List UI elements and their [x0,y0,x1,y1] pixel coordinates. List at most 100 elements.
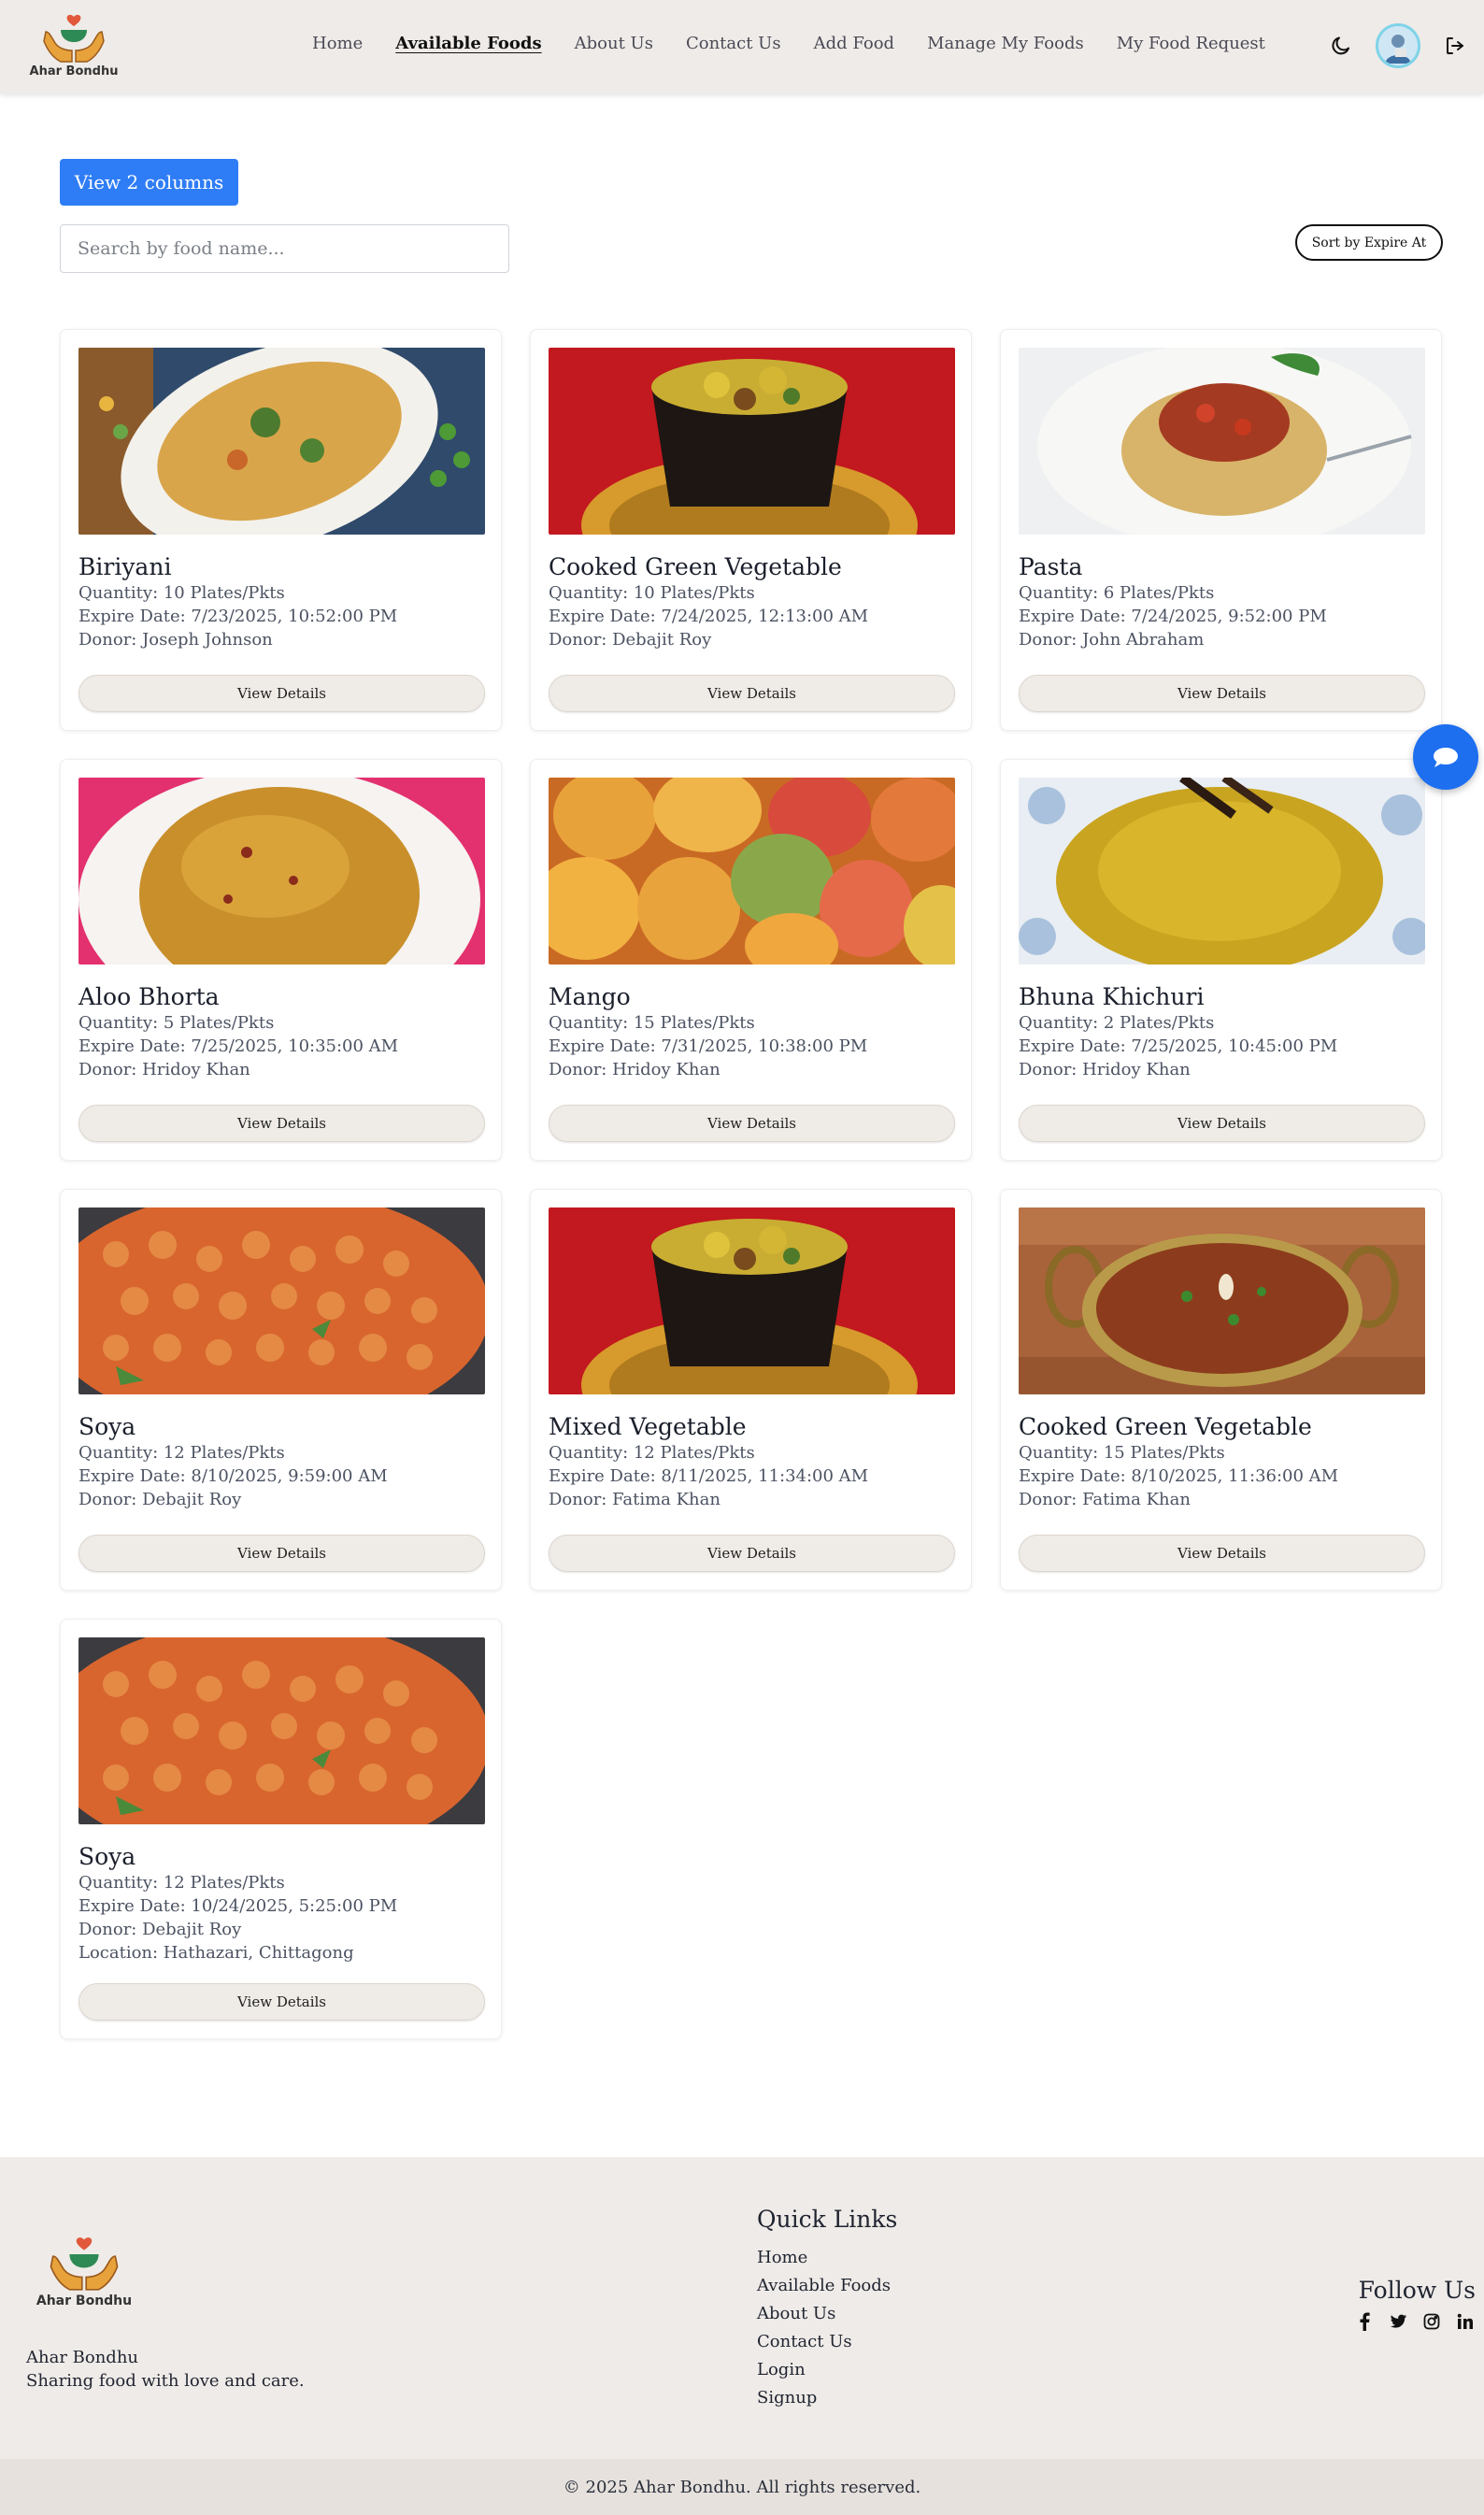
footer-tagline: Sharing food with love and care. [26,2371,305,2391]
food-donor: Donor: Fatima Khan [1019,1490,1191,1509]
nav-home[interactable]: Home [312,34,363,53]
food-expire-date: Expire Date: 7/24/2025, 9:52:00 PM [1019,607,1327,626]
nav-manage-my-foods[interactable]: Manage My Foods [927,34,1084,53]
food-card: Mango Quantity: 15 Plates/Pkts Expire Da… [530,759,972,1161]
food-image-soya [78,1637,485,1824]
view-details-button[interactable]: View Details [78,1105,485,1142]
food-quantity: Quantity: 12 Plates/Pkts [78,1873,285,1893]
footer-link-available-foods[interactable]: Available Foods [757,2272,897,2300]
nav-actions [1327,23,1469,68]
follow-title: Follow Us [1358,2277,1476,2304]
food-location: Location: Hathazari, Chittagong [78,1943,354,1963]
food-name: Cooked Green Vegetable [549,553,842,580]
food-donor: Donor: Hridoy Khan [1019,1060,1191,1079]
footer-link-signup[interactable]: Signup [757,2384,897,2412]
footer-link-contact-us[interactable]: Contact Us [757,2328,897,2356]
view-details-button[interactable]: View Details [78,675,485,712]
food-image-mixed-vegetable [549,1207,955,1394]
follow-us: Follow Us [1354,2277,1476,2332]
food-card: Biriyani Quantity: 10 Plates/Pkts Expire… [60,329,502,731]
view-details-button[interactable]: View Details [1019,675,1425,712]
view-details-button[interactable]: View Details [549,675,955,712]
chat-button[interactable] [1413,724,1478,790]
nav-about-us[interactable]: About Us [575,34,653,53]
quick-links: Quick Links Home Available Foods About U… [757,2206,897,2412]
food-card: Soya Quantity: 12 Plates/Pkts Expire Dat… [60,1189,502,1591]
facebook-icon[interactable] [1354,2311,1375,2332]
food-name: Aloo Bhorta [78,983,220,1010]
food-card: Mixed Vegetable Quantity: 12 Plates/Pkts… [530,1189,972,1591]
food-donor: Donor: Debajit Roy [78,1490,242,1509]
food-name: Bhuna Khichuri [1019,983,1205,1010]
footer-brand-logo-text: Ahar Bondhu [36,2294,133,2308]
food-name: Pasta [1019,553,1083,580]
food-name: Mango [549,983,631,1010]
food-quantity: Quantity: 2 Plates/Pkts [1019,1013,1215,1033]
nav-contact-us[interactable]: Contact Us [686,34,781,53]
food-card: Pasta Quantity: 6 Plates/Pkts Expire Dat… [1000,329,1442,731]
twitter-icon[interactable] [1388,2311,1408,2332]
hands-heart-logo-icon [43,14,105,63]
logout-icon[interactable] [1441,32,1469,60]
footer-link-login[interactable]: Login [757,2356,897,2384]
food-image-curry [1019,1207,1425,1394]
main-nav: Home Available Foods About Us Contact Us… [312,34,1298,53]
food-donor: Donor: Debajit Roy [78,1920,242,1939]
nav-my-food-request[interactable]: My Food Request [1117,34,1265,53]
food-expire-date: Expire Date: 7/25/2025, 10:45:00 PM [1019,1036,1338,1056]
nav-add-food[interactable]: Add Food [814,34,894,53]
food-grid: Biriyani Quantity: 10 Plates/Pkts Expire… [60,329,1443,2039]
hands-heart-logo-icon [50,2237,119,2291]
food-donor: Donor: Debajit Roy [549,630,712,650]
avatar[interactable] [1376,23,1420,68]
view-details-button[interactable]: View Details [549,1105,955,1142]
linkedin-icon[interactable] [1455,2311,1476,2332]
footer-link-home[interactable]: Home [757,2244,897,2272]
food-quantity: Quantity: 12 Plates/Pkts [78,1443,285,1463]
brand-name: Ahar Bondhu [29,64,119,79]
navbar: Ahar Bondhu Home Available Foods About U… [0,0,1484,93]
food-card: Aloo Bhorta Quantity: 5 Plates/Pkts Expi… [60,759,502,1161]
food-name: Biriyani [78,553,172,580]
sort-expire-button[interactable]: Sort by Expire At [1295,224,1443,261]
view-details-button[interactable]: View Details [1019,1105,1425,1142]
food-name: Cooked Green Vegetable [1019,1413,1312,1440]
food-quantity: Quantity: 5 Plates/Pkts [78,1013,275,1033]
search-input[interactable] [60,224,509,273]
food-quantity: Quantity: 15 Plates/Pkts [549,1013,755,1033]
food-donor: Donor: John Abraham [1019,630,1205,650]
copyright: © 2025 Ahar Bondhu. All rights reserved. [0,2459,1484,2515]
food-image-aloo-bhorta [78,778,485,965]
footer-logo[interactable]: Ahar Bondhu [36,2236,133,2308]
food-quantity: Quantity: 10 Plates/Pkts [549,583,755,603]
food-name: Soya [78,1413,136,1440]
nav-available-foods[interactable]: Available Foods [395,34,541,53]
food-quantity: Quantity: 12 Plates/Pkts [549,1443,755,1463]
food-expire-date: Expire Date: 7/23/2025, 10:52:00 PM [78,607,398,626]
quick-links-title: Quick Links [757,2206,898,2233]
instagram-icon[interactable] [1421,2311,1442,2332]
food-image-mango [549,778,955,965]
footer: Ahar Bondhu Ahar Bondhu Sharing food wit… [0,2157,1484,2459]
chat-bubble-icon [1434,748,1458,767]
food-expire-date: Expire Date: 7/24/2025, 12:13:00 AM [549,607,869,626]
view-details-button[interactable]: View Details [78,1983,485,2021]
view-details-button[interactable]: View Details [549,1535,955,1572]
food-quantity: Quantity: 15 Plates/Pkts [1019,1443,1225,1463]
moon-icon[interactable] [1327,32,1355,60]
food-name: Soya [78,1843,136,1870]
food-image-bhuna-khichuri [1019,778,1425,965]
food-image-soya [78,1207,485,1394]
food-card: Cooked Green Vegetable Quantity: 10 Plat… [530,329,972,731]
food-name: Mixed Vegetable [549,1413,747,1440]
food-donor: Donor: Joseph Johnson [78,630,273,650]
view-columns-button[interactable]: View 2 columns [60,159,238,206]
view-details-button[interactable]: View Details [1019,1535,1425,1572]
view-details-button[interactable]: View Details [78,1535,485,1572]
food-card: Bhuna Khichuri Quantity: 2 Plates/Pkts E… [1000,759,1442,1161]
social-links [1354,2311,1476,2332]
footer-link-about-us[interactable]: About Us [757,2300,897,2328]
brand-logo[interactable]: Ahar Bondhu [29,13,119,80]
footer-brand-name: Ahar Bondhu [26,2348,139,2367]
food-expire-date: Expire Date: 8/11/2025, 11:34:00 AM [549,1466,869,1486]
